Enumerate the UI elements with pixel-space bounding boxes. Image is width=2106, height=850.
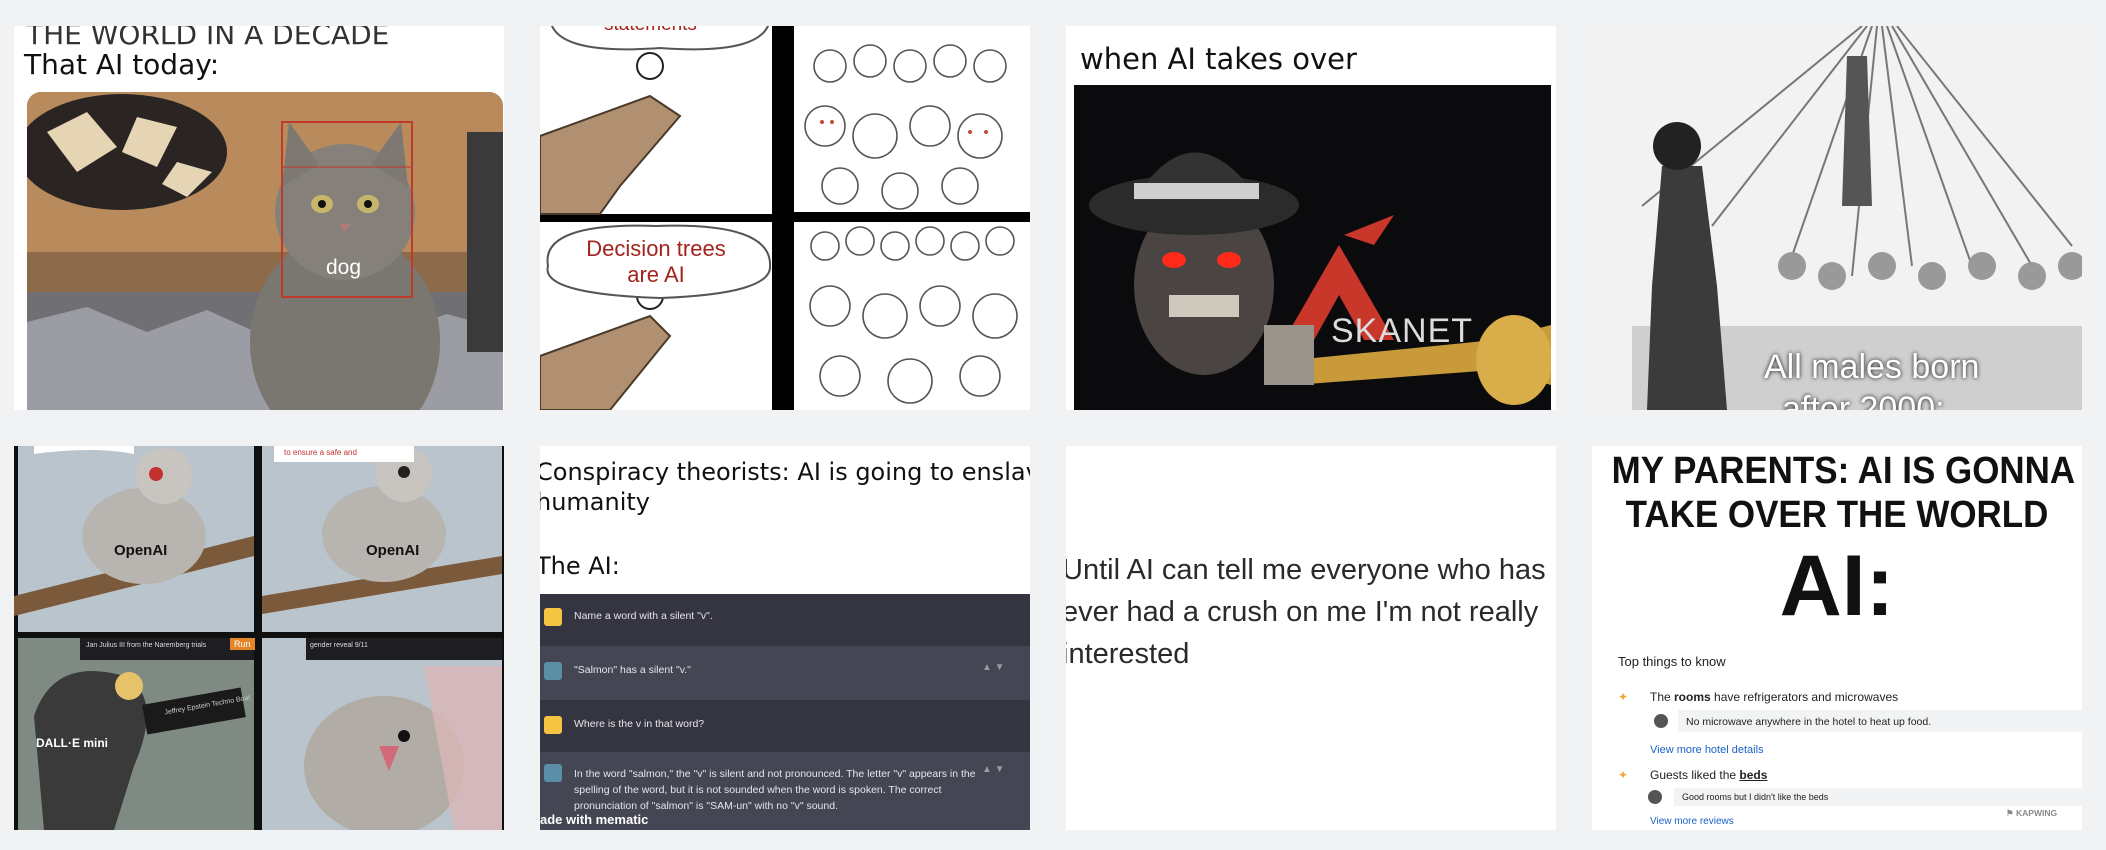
reviewer-avatar	[1654, 714, 1668, 728]
sparkle-icon: ✦	[1618, 768, 1629, 782]
prompt-header-1: Jan Julius III from the Naremberg trials	[86, 642, 207, 649]
view-hotel-details-link[interactable]: View more hotel details	[1650, 744, 1764, 756]
highlight-item-1: The rooms have refrigerators and microwa…	[1650, 690, 1899, 704]
view-more-reviews-link[interactable]: View more reviews	[1650, 816, 1734, 827]
meme-text-line1: Until AI can tell me everyone who has	[1066, 554, 1546, 586]
cat-photo	[27, 92, 503, 410]
meme-tile-3[interactable]: when AI takes over SKANET	[1066, 26, 1556, 410]
thumbs-icons[interactable]: ▲ ▼	[982, 662, 1005, 673]
meme-tile-1[interactable]: THE WORLD IN A DECADE That AI today: dog	[14, 26, 504, 410]
meme-caption: That AI today:	[24, 48, 220, 81]
chat-message: Name a word with a silent "v".	[574, 610, 713, 622]
terminator-photo	[1074, 85, 1551, 410]
dalle-label: DALL·E mini	[36, 736, 108, 750]
run-button[interactable]: Run	[230, 638, 255, 650]
detection-label: dog	[326, 256, 362, 279]
meme-headline-big: AI:	[1779, 538, 1895, 634]
meme-text-line2: ever had a crush on me I'm not really	[1066, 596, 1539, 628]
meme-tile-5[interactable]: OpenAI OpenAI to ensure a safe and Jan J…	[14, 446, 504, 830]
chat-message-line3: pronunciation of "salmon" is "SAM-un" wi…	[574, 800, 838, 812]
reviewer-avatar	[1648, 790, 1662, 804]
chat-row-ai-1: "Salmon" has a silent "v." ▲ ▼	[540, 646, 1030, 700]
kapwing-logo-icon: ⚑	[2006, 808, 2014, 818]
openai-label-1: OpenAI	[114, 542, 168, 559]
review-text-2: Good rooms but I didn't like the beds	[1682, 792, 1829, 802]
sparkle-icon: ✦	[1618, 690, 1629, 704]
meme-tile-2[interactable]: statements Decision trees are AI	[540, 26, 1030, 410]
meme-text-line3: interested	[1066, 638, 1190, 670]
meme-headline-line1: MY PARENTS: AI IS GONNA	[1611, 450, 2076, 492]
meme-caption: when AI takes over	[1080, 42, 1357, 76]
meme-tile-6[interactable]: Conspiracy theorists: AI is going to ens…	[540, 446, 1030, 830]
thumbs-icons[interactable]: ▲ ▼	[982, 764, 1005, 775]
user-avatar-icon	[544, 716, 562, 734]
meme-caption-line3: The AI:	[540, 552, 620, 580]
meme-caption-line1: Conspiracy theorists: AI is going to ens…	[540, 458, 1030, 486]
bird-comic	[14, 446, 504, 830]
meme-caption-line2: humanity	[540, 488, 650, 516]
meme-tile-7[interactable]: Until AI can tell me everyone who has ev…	[1066, 446, 1556, 830]
speech-bubble-line1: Decision trees	[586, 236, 726, 261]
prompt-header-2: gender reveal 9/11	[310, 642, 368, 649]
chat-row-user-1: Name a word with a silent "v".	[540, 594, 1030, 646]
review-text-1: No microwave anywhere in the hotel to he…	[1686, 716, 1932, 728]
meme-caption-line2: after 2000:	[1782, 390, 1945, 410]
comic-illustration	[540, 26, 1030, 410]
openai-avatar-icon	[544, 662, 562, 680]
meme-tile-8[interactable]: MY PARENTS: AI IS GONNA TAKE OVER THE WO…	[1592, 446, 2082, 830]
chat-message-line2: spelling of the word, but it is not soun…	[574, 784, 942, 796]
speech-bubble-top: statements	[604, 26, 697, 36]
meme-headline-line2: TAKE OVER THE WORLD	[1625, 494, 2049, 536]
meme-tile-4[interactable]: All males born after 2000:	[1592, 26, 2082, 410]
mematic-watermark: ade with mematic	[540, 812, 649, 827]
chat-row-user-2: Where is the v in that word?	[540, 700, 1030, 752]
chat-message-line1: In the word "salmon," the "v" is silent …	[574, 768, 976, 780]
speech-bubble-line2: are AI	[627, 262, 685, 287]
meme-caption-line1: All males born	[1764, 348, 1980, 386]
bird-speech-bubble: to ensure a safe and	[284, 448, 357, 457]
skynet-logo-text: SKANET	[1331, 312, 1474, 350]
highlight-item-2: Guests liked the beds	[1650, 768, 1768, 782]
openai-label-2: OpenAI	[366, 542, 420, 559]
chat-screenshot: Name a word with a silent "v". "Salmon" …	[540, 594, 1030, 830]
openai-avatar-icon	[544, 764, 562, 782]
chat-message: "Salmon" has a silent "v."	[574, 664, 691, 676]
kapwing-watermark: ⚑ KAPWING	[2006, 808, 2058, 818]
user-avatar-icon	[544, 608, 562, 626]
chat-message: Where is the v in that word?	[574, 718, 705, 730]
section-title: Top things to know	[1618, 654, 1726, 669]
